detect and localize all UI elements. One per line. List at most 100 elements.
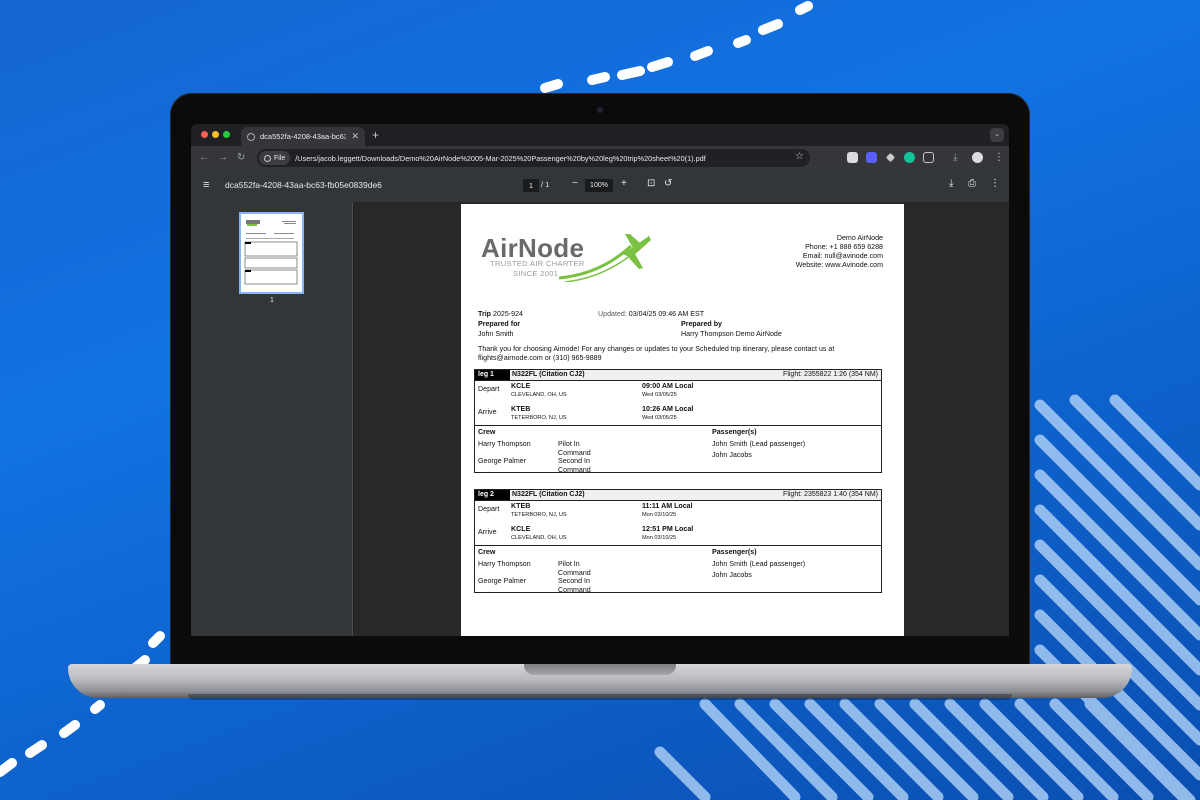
back-icon[interactable]: ← (199, 151, 209, 165)
star-icon[interactable]: ☆ (795, 151, 804, 162)
laptop-shadow (188, 694, 1012, 700)
leg-card-2: leg 2 N322FL (Citation CJ2) Flight: 2355… (474, 489, 882, 594)
pdf-viewer: AirNode TRUSTED AIR CHARTER SINCE 2001 D… (354, 202, 1009, 636)
passengers-label: Passenger(s) (712, 548, 757, 556)
crew-role: Second In (558, 577, 590, 585)
tab-search-icon[interactable]: ⌄ (990, 128, 1004, 142)
extension-icon[interactable] (847, 152, 858, 163)
fit-page-icon[interactable]: ⊡ (647, 178, 655, 189)
leg-flight: Flight: 2355822 1:26 (354 NM) (783, 371, 878, 378)
airnode-logo: AirNode TRUSTED AIR CHARTER SINCE 2001 (481, 232, 651, 284)
arrive-label: Arrive (478, 528, 497, 536)
leg-card-1: leg 1 N322FL (Citation CJ2) Flight: 2355… (474, 369, 882, 474)
close-window-button[interactable] (201, 131, 208, 138)
leg-aircraft: N322FL (Citation CJ2) (512, 491, 585, 498)
puzzle-icon[interactable] (923, 152, 934, 163)
reload-icon[interactable]: ↻ (237, 151, 245, 165)
company-info: Demo AirNode Phone: +1 888 659 6288 Emai… (796, 234, 883, 269)
laptop-base (68, 664, 1132, 700)
passenger-name: John Smith (Lead passenger) (712, 560, 806, 568)
globe-icon (247, 132, 255, 141)
crew-label: Crew (478, 428, 496, 436)
browser-toolbar: ← → ↻ File /Users/jacob.leggett/Download… (191, 146, 1009, 170)
address-bar[interactable]: File /Users/jacob.leggett/Downloads/Demo… (257, 149, 810, 167)
depart-time: 11:11 AM Local (642, 502, 693, 510)
page-thumbnail[interactable] (239, 212, 304, 294)
depart-time: 09:00 AM Local (642, 382, 694, 390)
leg-flight: Flight: 2355823 1:40 (354 NM) (783, 491, 878, 498)
company-email: Email: null@avinode.com (802, 251, 883, 260)
document-page: AirNode TRUSTED AIR CHARTER SINCE 2001 D… (461, 204, 904, 636)
leg-header: leg 1 N322FL (Citation CJ2) Flight: 2355… (475, 370, 881, 381)
arrive-city: TETERBORO, NJ, US (511, 415, 567, 421)
depart-code: KCLE (511, 382, 531, 390)
prepared-for-label: Prepared for (478, 320, 521, 328)
plane-icon (558, 234, 651, 282)
new-tab-icon[interactable]: + (372, 128, 379, 142)
site-info-chip[interactable]: File (259, 151, 291, 165)
depart-label: Depart (478, 505, 500, 513)
download-icon[interactable]: ⤓ (953, 151, 957, 165)
zoom-input[interactable]: 100% (585, 179, 613, 192)
leg-route: Depart KTEB TETERBORO, NJ, US 11:11 AM L… (475, 501, 881, 546)
prepared-by-label: Prepared by (681, 320, 723, 328)
leg-badge: leg 1 (475, 370, 510, 380)
greeting-text: Thank you for choosing Aimode! For any c… (478, 345, 835, 362)
prepared-by-value: Harry Thompson Demo AirNode (681, 330, 782, 338)
zoom-out-icon[interactable]: − (572, 178, 578, 189)
crew-role: Pilot In (558, 440, 580, 448)
leg-header: leg 2 N322FL (Citation CJ2) Flight: 2355… (475, 490, 881, 501)
crew-name: Harry Thompson (478, 440, 531, 448)
grammarly-icon[interactable] (904, 152, 915, 163)
zoom-in-icon[interactable]: + (621, 178, 627, 189)
leg-route: Depart KCLE CLEVELAND, OH, US 09:00 AM L… (475, 381, 881, 426)
arrive-date: Wed 03/05/25 (642, 415, 677, 421)
passengers-label: Passenger(s) (712, 428, 757, 436)
tab-title: dca552fa-4208-43aa-bc63- (260, 132, 347, 141)
depart-city: TETERBORO, NJ, US (511, 512, 567, 518)
passenger-name: John Jacobs (712, 451, 752, 459)
trip-number: Trip 2025-924 (478, 310, 523, 318)
crew-role: Pilot In (558, 560, 580, 568)
leg-badge: leg 2 (475, 490, 510, 500)
tab-pdf[interactable]: dca552fa-4208-43aa-bc63- ✕ (241, 127, 365, 146)
crew-name: George Palmer (478, 457, 527, 465)
eyedropper-icon[interactable] (885, 152, 896, 163)
url-text[interactable]: /Users/jacob.leggett/Downloads/Demo%20Ai… (295, 154, 706, 163)
pdf-more-icon[interactable]: ⋮ (990, 178, 1000, 189)
page-number-input[interactable]: 1 (523, 179, 539, 192)
minimize-window-button[interactable] (212, 131, 219, 138)
depart-date: Mon 03/10/25 (642, 512, 677, 518)
menu-icon[interactable]: ⋮ (994, 151, 1004, 165)
pdf-title: dca552fa-4208-43aa-bc63-fb05e0839de6 (225, 180, 382, 190)
crew-role: Second In (558, 457, 590, 465)
tab-close-icon[interactable]: ✕ (351, 132, 359, 141)
passenger-name: John Jacobs (712, 571, 752, 579)
pdf-download-icon[interactable]: ⤓ (949, 178, 953, 189)
thumbnail-sidebar: 1 (191, 202, 353, 636)
depart-label: Depart (478, 385, 500, 393)
arrive-date: Mon 03/10/25 (642, 535, 677, 541)
page-total: / 1 (541, 180, 550, 189)
thumbnail-preview (244, 220, 298, 285)
file-chip-label: File (274, 154, 286, 162)
browser-window: dca552fa-4208-43aa-bc63- ✕ + ⌄ ← → ↻ Fil… (191, 124, 1009, 636)
maximize-window-button[interactable] (223, 131, 230, 138)
forward-icon[interactable]: → (218, 151, 228, 165)
depart-date: Wed 03/05/25 (642, 392, 677, 398)
crew-label: Crew (478, 548, 496, 556)
arrive-time: 12:51 PM Local (642, 525, 694, 533)
passenger-name: John Smith (Lead passenger) (712, 440, 806, 448)
laptop-notch (524, 664, 676, 675)
avatar[interactable] (972, 152, 983, 163)
print-icon[interactable]: ⎙ (968, 178, 976, 189)
rotate-icon[interactable]: ↺ (664, 178, 672, 189)
info-icon (264, 154, 271, 162)
crew-name: George Palmer (478, 577, 527, 585)
depart-code: KTEB (511, 502, 531, 510)
thumbnail-label: 1 (270, 297, 274, 304)
arrive-code: KCLE (511, 525, 531, 533)
crew-name: Harry Thompson (478, 560, 531, 568)
extension-gear-icon[interactable] (866, 152, 877, 163)
hamburger-menu-icon[interactable]: ≡ (203, 179, 209, 191)
